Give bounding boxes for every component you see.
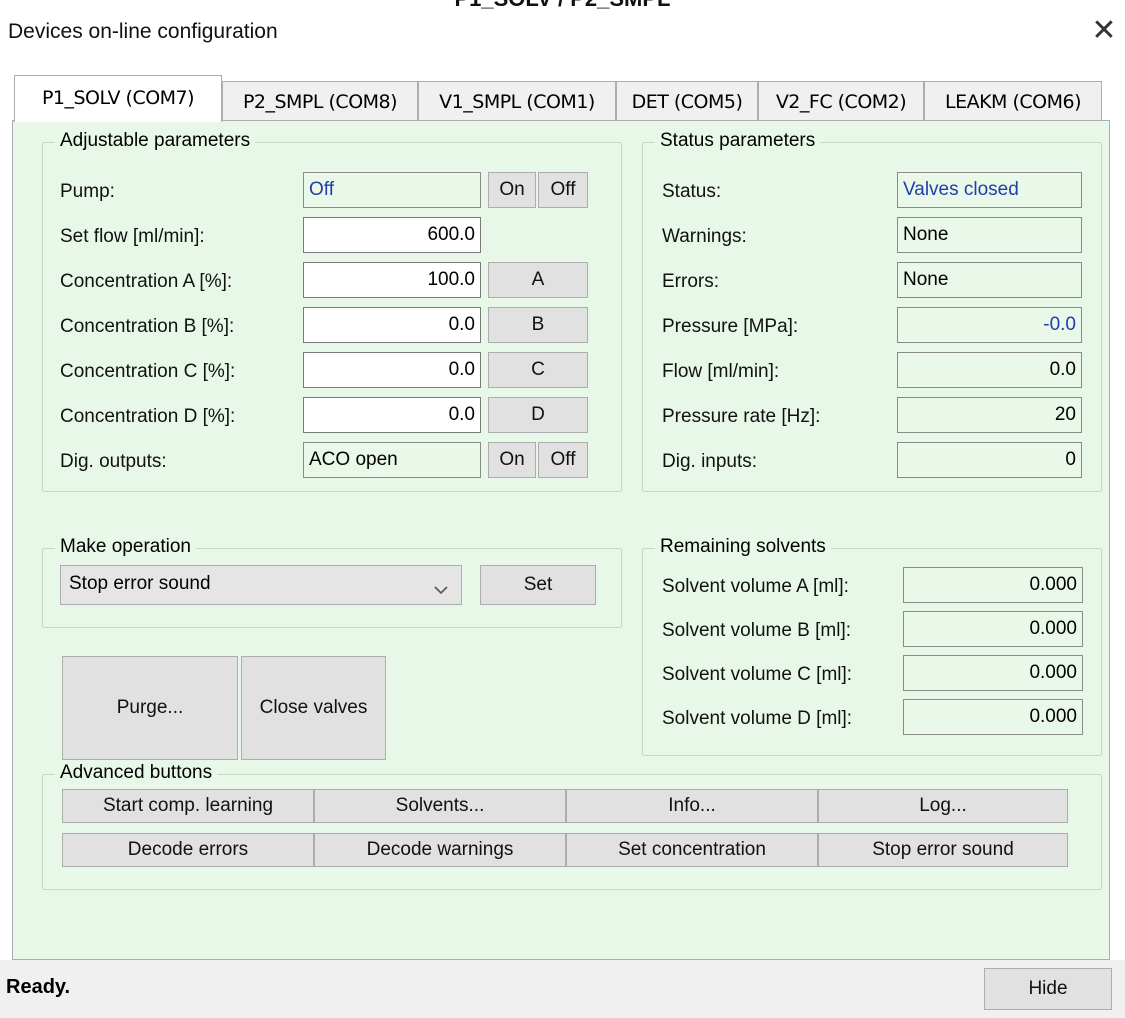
dig-outputs-off-button[interactable]: Off bbox=[538, 442, 588, 478]
close-valves-button[interactable]: Close valves bbox=[241, 656, 386, 760]
tab-p1-solv[interactable]: P1_SOLV (COM7) bbox=[14, 75, 222, 122]
pump-label: Pump: bbox=[60, 181, 115, 202]
start-comp-learning-button[interactable]: Start comp. learning bbox=[62, 789, 314, 823]
solvent-volume-b-label: Solvent volume B [ml]: bbox=[662, 620, 852, 641]
set-flow-input[interactable]: 600.0 bbox=[303, 217, 481, 253]
conc-d-input[interactable]: 0.0 bbox=[303, 397, 481, 433]
decode-errors-button[interactable]: Decode errors bbox=[62, 833, 314, 867]
tab-det[interactable]: DET (COM5) bbox=[616, 81, 758, 121]
operation-select-value: Stop error sound bbox=[69, 573, 211, 594]
tab-v1-smpl[interactable]: V1_SMPL (COM1) bbox=[418, 81, 616, 121]
conc-d-button[interactable]: D bbox=[488, 397, 588, 433]
chevron-down-icon bbox=[431, 576, 451, 595]
decode-warnings-button[interactable]: Decode warnings bbox=[314, 833, 566, 867]
pump-on-button[interactable]: On bbox=[488, 172, 536, 208]
window-title: Devices on-line configuration bbox=[8, 20, 278, 43]
warnings-label: Warnings: bbox=[662, 226, 747, 247]
status-value: Valves closed bbox=[897, 172, 1082, 208]
conc-a-input[interactable]: 100.0 bbox=[303, 262, 481, 298]
solvents-button[interactable]: Solvents... bbox=[314, 789, 566, 823]
conc-a-label: Concentration A [%]: bbox=[60, 271, 233, 292]
stop-error-sound-button[interactable]: Stop error sound bbox=[818, 833, 1068, 867]
tab-p2-smpl[interactable]: P2_SMPL (COM8) bbox=[222, 81, 418, 121]
info-button[interactable]: Info... bbox=[566, 789, 818, 823]
status-text: Ready. bbox=[6, 976, 71, 998]
status-parameters-title: Status parameters bbox=[655, 130, 821, 152]
make-operation-title: Make operation bbox=[55, 536, 196, 558]
pump-off-button[interactable]: Off bbox=[538, 172, 588, 208]
pressure-rate-label: Pressure rate [Hz]: bbox=[662, 406, 821, 427]
status-label: Status: bbox=[662, 181, 722, 202]
pump-value: Off bbox=[303, 172, 481, 208]
tab-v2-fc[interactable]: V2_FC (COM2) bbox=[758, 81, 924, 121]
set-operation-button[interactable]: Set bbox=[480, 565, 596, 605]
pressure-label: Pressure [MPa]: bbox=[662, 316, 799, 337]
flow-value: 0.0 bbox=[897, 352, 1082, 388]
dig-outputs-on-button[interactable]: On bbox=[488, 442, 536, 478]
pressure-value: -0.0 bbox=[897, 307, 1082, 343]
solvent-volume-a-label: Solvent volume A [ml]: bbox=[662, 576, 849, 597]
pressure-rate-value: 20 bbox=[897, 397, 1082, 433]
conc-c-button[interactable]: C bbox=[488, 352, 588, 388]
conc-b-input[interactable]: 0.0 bbox=[303, 307, 481, 343]
adjustable-parameters-title: Adjustable parameters bbox=[55, 130, 256, 152]
solvent-volume-d-value: 0.000 bbox=[903, 699, 1083, 735]
conc-b-button[interactable]: B bbox=[488, 307, 588, 343]
set-concentration-button[interactable]: Set concentration bbox=[566, 833, 818, 867]
purge-button[interactable]: Purge... bbox=[62, 656, 238, 760]
hide-button[interactable]: Hide bbox=[984, 968, 1112, 1010]
operation-select[interactable]: Stop error sound bbox=[60, 565, 462, 605]
advanced-buttons-title: Advanced buttons bbox=[55, 762, 218, 784]
solvent-volume-b-value: 0.000 bbox=[903, 611, 1083, 647]
dig-inputs-label: Dig. inputs: bbox=[662, 451, 758, 472]
set-flow-label: Set flow [ml/min]: bbox=[60, 226, 205, 247]
errors-label: Errors: bbox=[662, 271, 719, 292]
errors-value: None bbox=[897, 262, 1082, 298]
tab-leakm[interactable]: LEAKM (COM6) bbox=[924, 81, 1102, 121]
dig-outputs-label: Dig. outputs: bbox=[60, 451, 167, 472]
conc-c-input[interactable]: 0.0 bbox=[303, 352, 481, 388]
status-bar bbox=[0, 960, 1125, 1018]
warnings-value: None bbox=[897, 217, 1082, 253]
window-banner-title: P1_SOLV / P2_SMPL bbox=[0, 0, 1125, 12]
remaining-solvents-title: Remaining solvents bbox=[655, 536, 831, 558]
solvent-volume-a-value: 0.000 bbox=[903, 567, 1083, 603]
solvent-volume-c-value: 0.000 bbox=[903, 655, 1083, 691]
solvent-volume-d-label: Solvent volume D [ml]: bbox=[662, 708, 853, 729]
dig-inputs-value: 0 bbox=[897, 442, 1082, 478]
log-button[interactable]: Log... bbox=[818, 789, 1068, 823]
dig-outputs-value: ACO open bbox=[303, 442, 481, 478]
conc-b-label: Concentration B [%]: bbox=[60, 316, 235, 337]
conc-a-button[interactable]: A bbox=[488, 262, 588, 298]
close-icon[interactable]: ✕ bbox=[1088, 16, 1120, 48]
solvent-volume-c-label: Solvent volume C [ml]: bbox=[662, 664, 853, 685]
conc-d-label: Concentration D [%]: bbox=[60, 406, 236, 427]
flow-label: Flow [ml/min]: bbox=[662, 361, 780, 382]
conc-c-label: Concentration C [%]: bbox=[60, 361, 236, 382]
